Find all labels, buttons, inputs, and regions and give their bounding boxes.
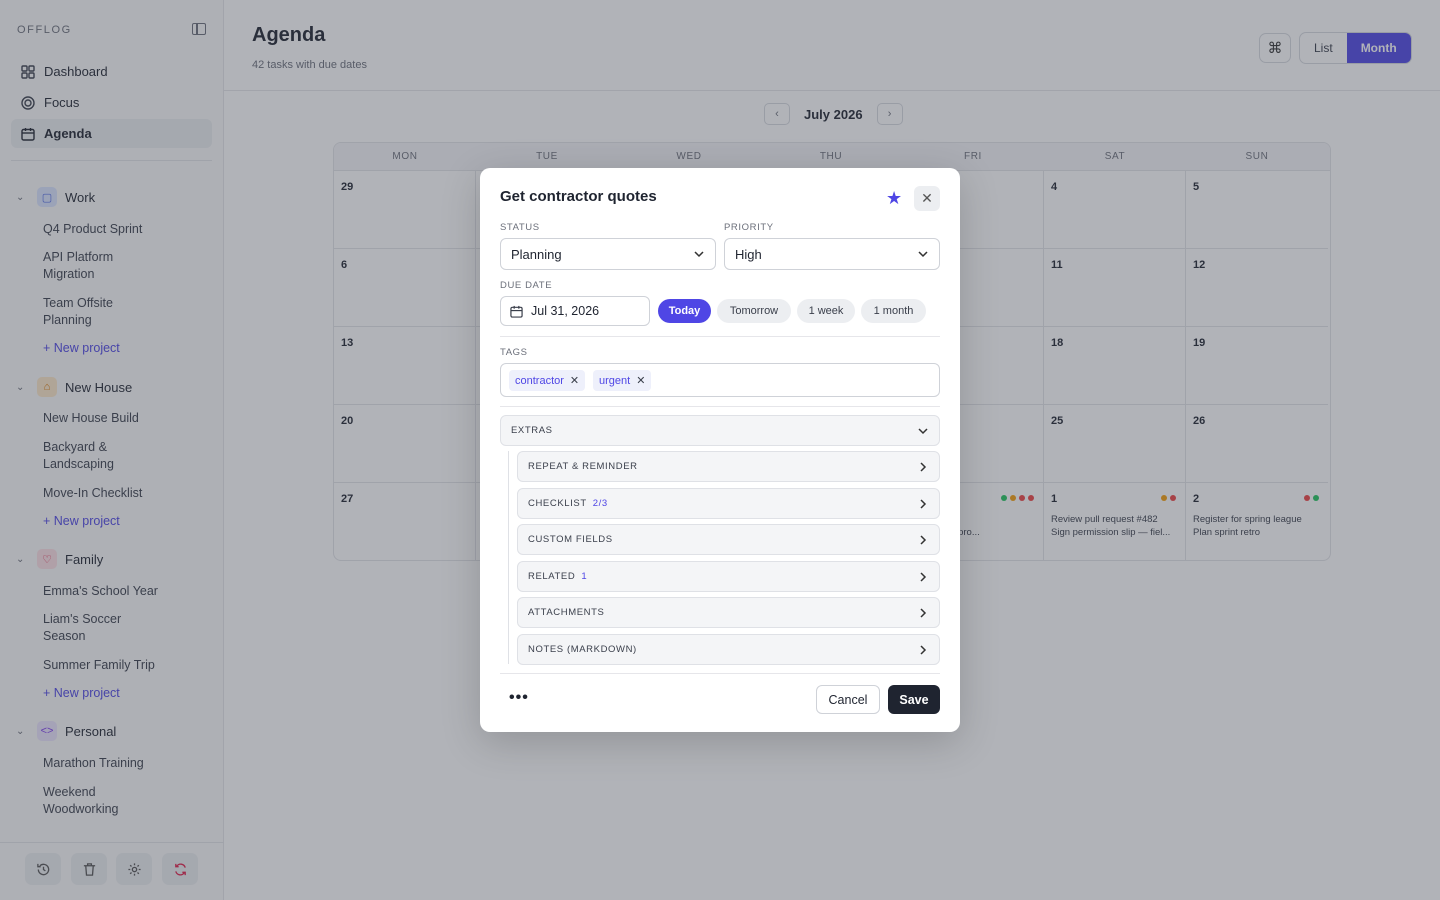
chevron-right-icon: [917, 498, 929, 513]
section-count: 2/3: [592, 498, 608, 509]
extras-toggle[interactable]: EXTRAS: [500, 415, 940, 446]
quick-date-tomorrow[interactable]: Tomorrow: [717, 299, 791, 323]
tag-label: contractor: [515, 374, 564, 387]
quick-date-month[interactable]: 1 month: [861, 299, 926, 323]
priority-select[interactable]: High: [724, 238, 940, 270]
close-icon[interactable]: ✕: [914, 186, 940, 211]
due-date-input[interactable]: Jul 31, 2026: [500, 296, 650, 326]
footer-divider: [500, 673, 940, 674]
chevron-right-icon: [917, 607, 929, 622]
due-date-value: Jul 31, 2026: [531, 304, 600, 318]
remove-tag-icon[interactable]: ✕: [570, 374, 579, 387]
chevron-down-icon: [917, 248, 929, 263]
cancel-button[interactable]: Cancel: [816, 685, 880, 714]
status-select[interactable]: Planning: [500, 238, 716, 270]
section-label: CUSTOM FIELDS: [528, 534, 613, 545]
star-icon[interactable]: ★: [886, 188, 902, 208]
chevron-right-icon: [917, 461, 929, 476]
section-divider: [500, 336, 940, 337]
section-checklist[interactable]: CHECKLIST 2/3: [517, 488, 940, 519]
extras-label: EXTRAS: [511, 425, 553, 436]
tag-label: urgent: [599, 374, 631, 387]
chevron-right-icon: [917, 534, 929, 549]
tag-chip: contractor ✕: [509, 370, 586, 391]
calendar-icon: [510, 305, 523, 318]
tags-label: TAGS: [500, 347, 528, 358]
remove-tag-icon[interactable]: ✕: [636, 374, 645, 387]
more-options-icon[interactable]: •••: [509, 689, 529, 707]
section-label: NOTES (MARKDOWN): [528, 644, 637, 655]
extras-rail: [508, 451, 509, 664]
chevron-right-icon: [917, 571, 929, 586]
section-notes[interactable]: NOTES (MARKDOWN): [517, 634, 940, 665]
section-repeat-reminder[interactable]: REPEAT & REMINDER: [517, 451, 940, 482]
section-label: CHECKLIST: [528, 498, 587, 509]
section-label: ATTACHMENTS: [528, 607, 605, 618]
section-divider: [500, 406, 940, 407]
section-custom-fields[interactable]: CUSTOM FIELDS: [517, 524, 940, 555]
priority-label: PRIORITY: [724, 222, 774, 233]
section-count: 1: [581, 571, 588, 582]
save-button[interactable]: Save: [888, 685, 940, 714]
priority-value: High: [735, 246, 762, 262]
quick-date-week[interactable]: 1 week: [797, 299, 855, 323]
chevron-down-icon: [917, 425, 929, 440]
status-value: Planning: [511, 246, 562, 262]
chevron-down-icon: [693, 248, 705, 263]
tags-input[interactable]: contractor ✕ urgent ✕: [500, 363, 940, 397]
section-attachments[interactable]: ATTACHMENTS: [517, 597, 940, 628]
tag-chip: urgent ✕: [593, 370, 652, 391]
section-label: RELATED: [528, 571, 576, 582]
chevron-right-icon: [917, 644, 929, 659]
status-label: STATUS: [500, 222, 540, 233]
section-label: REPEAT & REMINDER: [528, 461, 638, 472]
dialog-title: Get contractor quotes: [500, 188, 657, 205]
quick-date-today[interactable]: Today: [658, 299, 711, 323]
task-edit-dialog: Get contractor quotes ★ ✕ STATUS Plannin…: [480, 168, 960, 732]
section-related[interactable]: RELATED 1: [517, 561, 940, 592]
due-date-label: DUE DATE: [500, 280, 553, 291]
